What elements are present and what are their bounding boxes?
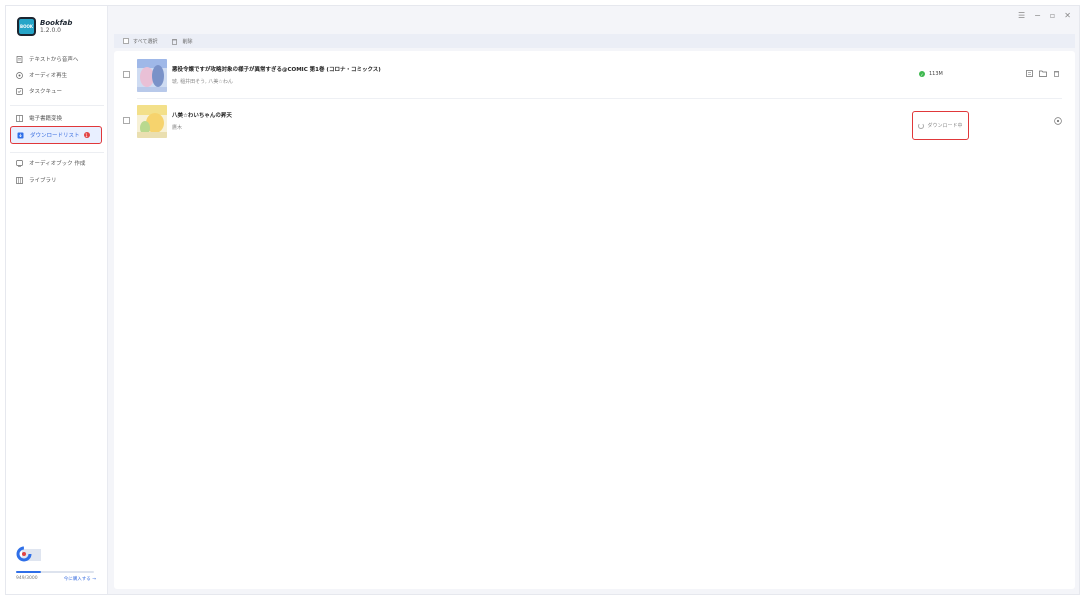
item-checkbox[interactable] bbox=[123, 117, 130, 124]
sidebar-divider bbox=[10, 105, 104, 106]
sidebar-item-label: オーディオブック 作成 bbox=[29, 161, 86, 167]
book-title: 八美☆わいちゃんの昇天 bbox=[172, 113, 232, 119]
ebook-convert-icon bbox=[16, 114, 23, 122]
download-status-text: ダウンロード中 bbox=[927, 123, 963, 129]
window-controls: ☰ − ▫ ✕ bbox=[1018, 11, 1071, 20]
row-actions bbox=[1026, 70, 1060, 77]
app-logo: BOOK Bookfab 1.2.0.0 bbox=[17, 17, 72, 36]
select-all-label[interactable]: すべて選択 bbox=[133, 38, 157, 45]
app-version: 1.2.0.0 bbox=[40, 26, 61, 34]
list-toolbar: すべて選択 削除 bbox=[114, 34, 1075, 48]
book-author: 琥, 稲井田そう, 八美☆わん bbox=[172, 79, 233, 85]
library-icon bbox=[16, 176, 23, 184]
sidebar-item-label: テキストから音声へ bbox=[29, 57, 79, 63]
sidebar-item-label: ライブラリ bbox=[29, 178, 57, 184]
check-circle-icon: ✓ bbox=[919, 71, 925, 77]
app-name: Bookfab bbox=[40, 18, 73, 27]
loading-spinner-icon bbox=[918, 122, 925, 129]
menu-icon[interactable]: ☰ bbox=[1018, 11, 1025, 20]
task-queue-icon bbox=[16, 87, 23, 95]
minimize-icon[interactable]: − bbox=[1034, 11, 1041, 20]
usage-text: 949/3000 bbox=[16, 576, 38, 581]
sidebar-item-library[interactable]: ライブラリ bbox=[10, 173, 102, 187]
folder-icon[interactable] bbox=[1039, 70, 1047, 77]
item-checkbox[interactable] bbox=[123, 71, 130, 78]
book-cover-image bbox=[137, 59, 167, 92]
delete-label: 削除 bbox=[182, 38, 193, 45]
trash-icon bbox=[172, 38, 178, 45]
sidebar-item-ebook-convert[interactable]: 電子書籍変換 bbox=[10, 111, 102, 125]
sidebar-footer: 949/3000 今に購入する → bbox=[16, 546, 102, 582]
sidebar-item-label: オーディオ再生 bbox=[29, 73, 68, 79]
sidebar-item-download-list[interactable]: ダウンロードリスト 1 bbox=[10, 126, 102, 144]
delete-button[interactable]: 削除 bbox=[171, 38, 192, 45]
close-icon[interactable]: ✕ bbox=[1064, 11, 1071, 20]
restore-icon[interactable]: ▫ bbox=[1050, 11, 1055, 20]
download-list-icon bbox=[17, 132, 24, 139]
file-size: 113M bbox=[929, 71, 943, 77]
logo-icon: BOOK bbox=[17, 17, 36, 36]
sidebar-item-label: 電子書籍変換 bbox=[29, 116, 63, 122]
sidebar-divider bbox=[10, 152, 104, 153]
download-status-highlight: ダウンロード中 bbox=[912, 111, 969, 140]
sidebar-item-label: ダウンロードリスト bbox=[30, 133, 80, 139]
sidebar-item-audiobook-create[interactable]: オーディオブック 作成 bbox=[10, 156, 102, 170]
play-circle-icon[interactable] bbox=[1054, 117, 1062, 125]
select-all-checkbox[interactable] bbox=[123, 38, 129, 44]
usage-progress-bar bbox=[16, 571, 94, 573]
sidebar-item-label: タスクキュー bbox=[29, 89, 63, 95]
list-item: 八美☆わいちゃんの昇天 鷹木 ダウンロード中 bbox=[114, 101, 1075, 141]
notification-badge: 1 bbox=[83, 132, 90, 138]
list-item: 悪役令嬢ですが攻略対象の様子が異常すぎる@COMIC 第1巻 (コロナ・コミック… bbox=[114, 55, 1075, 95]
audio-play-icon bbox=[16, 71, 23, 79]
sidebar-item-audio-play[interactable]: オーディオ再生 bbox=[10, 68, 102, 82]
sidebar: BOOK Bookfab 1.2.0.0 テキストから音声へ オーディオ再生 タ… bbox=[6, 6, 108, 594]
book-cover-image bbox=[137, 105, 167, 138]
sidebar-item-task-queue[interactable]: タスクキュー bbox=[10, 84, 102, 98]
book-author: 鷹木 bbox=[172, 125, 183, 131]
sidebar-item-text-to-speech[interactable]: テキストから音声へ bbox=[10, 52, 102, 66]
storage-gauge-icon bbox=[16, 546, 41, 562]
app-window: BOOK Bookfab 1.2.0.0 テキストから音声へ オーディオ再生 タ… bbox=[5, 5, 1080, 595]
trash-icon[interactable] bbox=[1053, 70, 1060, 77]
usage-progress-fill bbox=[16, 571, 41, 573]
audiobook-create-icon bbox=[16, 159, 23, 167]
logo-badge-text: BOOK bbox=[20, 24, 33, 29]
row-divider bbox=[137, 98, 1062, 99]
buy-now-link[interactable]: 今に購入する → bbox=[64, 576, 96, 582]
download-status: ✓ 113M bbox=[919, 71, 943, 77]
book-title: 悪役令嬢ですが攻略対象の様子が異常すぎる@COMIC 第1巻 (コロナ・コミック… bbox=[172, 67, 381, 73]
download-list: 悪役令嬢ですが攻略対象の様子が異常すぎる@COMIC 第1巻 (コロナ・コミック… bbox=[114, 51, 1075, 589]
book-open-icon[interactable] bbox=[1026, 70, 1033, 77]
document-text-icon bbox=[16, 55, 23, 63]
